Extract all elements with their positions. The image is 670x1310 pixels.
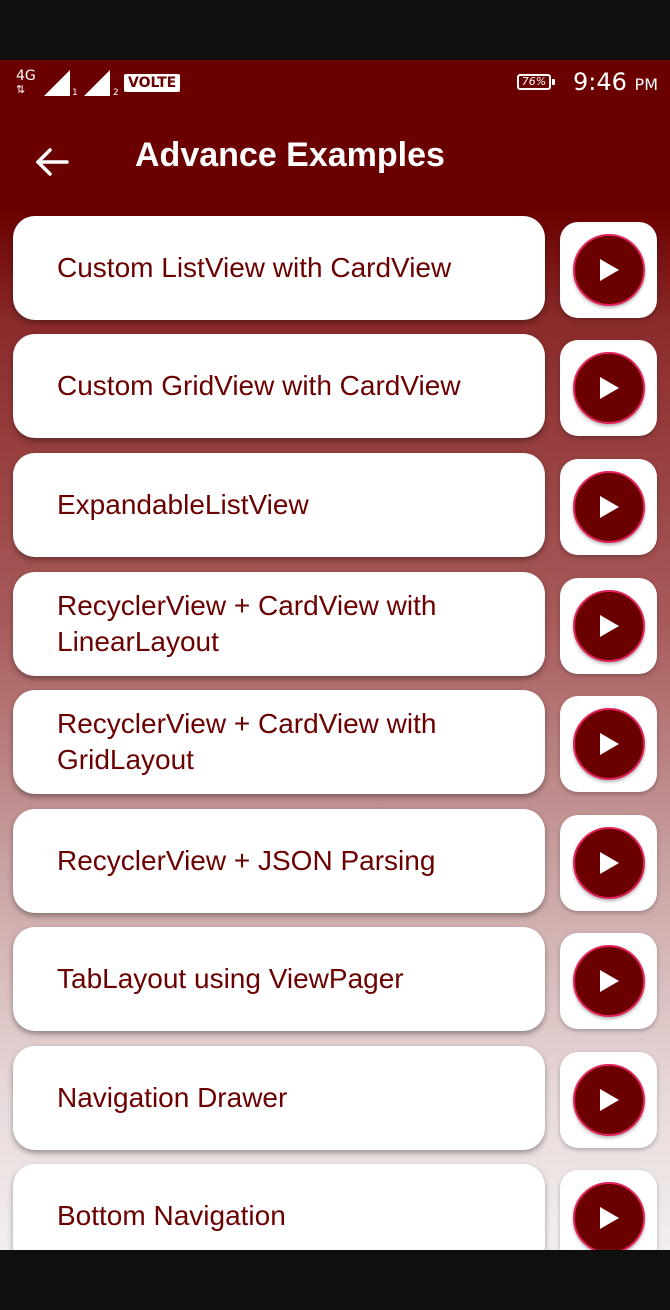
top-system-area [0,0,670,60]
list-item: RecyclerView + JSON Parsing [0,809,670,913]
play-circle [572,234,645,306]
clock-ampm: PM [634,75,658,94]
example-label: RecyclerView + JSON Parsing [57,845,436,876]
play-circle [572,352,645,424]
bottom-system-area [0,1250,670,1310]
play-button[interactable] [560,340,657,436]
list-item: Custom GridView with CardView [0,334,670,438]
list-item: TabLayout using ViewPager [0,927,670,1031]
play-icon [599,259,619,281]
app-screen: 4G ⇅ 1 2 VOLTE 76% 9:46 PM Advance Examp… [0,60,670,1250]
example-card[interactable]: ExpandableListView [13,453,545,557]
list-item: Bottom Navigation [0,1164,670,1250]
play-button[interactable] [560,933,657,1029]
play-button[interactable] [560,222,657,318]
list-item: ExpandableListView [0,453,670,557]
play-circle [572,945,645,1017]
play-icon [599,970,619,992]
app-bar: Advance Examples [0,110,670,210]
example-label: RecyclerView + CardView with LinearLayou… [57,590,437,657]
sim2-index: 2 [113,88,119,98]
example-label: ExpandableListView [57,489,309,520]
clock-time: 9:46 [573,68,627,96]
signal-sim2-icon [84,70,110,96]
play-button[interactable] [560,578,657,674]
play-icon [599,733,619,755]
example-card[interactable]: Custom ListView with CardView [13,216,545,320]
signal-sim1-icon [44,70,70,96]
play-icon [599,615,619,637]
play-icon [599,852,619,874]
arrow-left-icon [36,148,69,176]
example-label: Bottom Navigation [57,1200,286,1231]
play-button[interactable] [560,1052,657,1148]
data-arrows-icon: ⇅ [16,83,27,96]
play-button[interactable] [560,815,657,911]
example-label: TabLayout using ViewPager [57,963,404,994]
network-type: 4G ⇅ [16,68,36,96]
play-button[interactable] [560,696,657,792]
list-item: Custom ListView with CardView [0,216,670,320]
battery-icon: 76% [517,74,555,90]
play-icon [599,1089,619,1111]
back-button[interactable] [28,138,76,186]
battery-level: 76% [521,75,547,88]
play-icon [599,1207,619,1229]
example-card[interactable]: Navigation Drawer [13,1046,545,1150]
play-icon [599,377,619,399]
play-circle [572,1064,645,1136]
list-item: RecyclerView + CardView with LinearLayou… [0,572,670,676]
play-circle [572,1182,645,1250]
example-label: Custom GridView with CardView [57,370,461,401]
example-card[interactable]: RecyclerView + CardView with GridLayout [13,690,545,794]
example-card[interactable]: TabLayout using ViewPager [13,927,545,1031]
network-type-label: 4G [16,68,36,84]
play-circle [572,708,645,780]
list-item: RecyclerView + CardView with GridLayout [0,690,670,794]
play-button[interactable] [560,459,657,555]
example-card[interactable]: Bottom Navigation [13,1164,545,1250]
example-label: RecyclerView + CardView with GridLayout [57,708,437,775]
play-circle [572,590,645,662]
list-item: Navigation Drawer [0,1046,670,1150]
play-circle [572,471,645,543]
play-icon [599,496,619,518]
example-card[interactable]: RecyclerView + CardView with LinearLayou… [13,572,545,676]
example-card[interactable]: Custom GridView with CardView [13,334,545,438]
volte-badge: VOLTE [124,74,181,92]
status-bar: 4G ⇅ 1 2 VOLTE 76% 9:46 PM [0,60,670,110]
example-label: Custom ListView with CardView [57,252,452,283]
play-button[interactable] [560,1170,657,1250]
clock: 9:46 PM [573,68,658,96]
example-card[interactable]: RecyclerView + JSON Parsing [13,809,545,913]
page-title: Advance Examples [135,136,445,174]
play-circle [572,827,645,899]
sim1-index: 1 [72,88,78,98]
example-label: Navigation Drawer [57,1082,288,1113]
